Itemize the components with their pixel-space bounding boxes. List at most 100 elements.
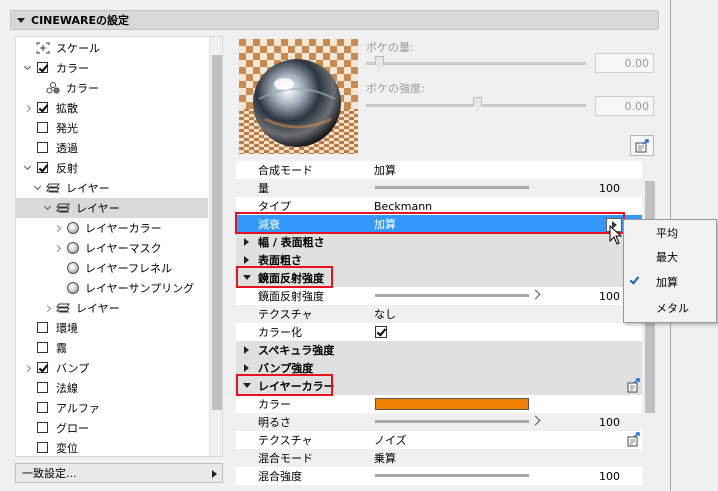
- tree-item-normal[interactable]: 法線: [16, 378, 208, 398]
- tree-item-environment[interactable]: 環境: [16, 318, 208, 338]
- edit-material-button[interactable]: [630, 135, 654, 156]
- prop-number[interactable]: 100: [599, 416, 620, 429]
- menu-item-average[interactable]: 平均: [624, 221, 716, 245]
- prop-row-mix-mode[interactable]: 混合モード 乗算: [236, 449, 642, 467]
- header-title: CINEWAREの設定: [31, 14, 130, 27]
- tree-item-layer-mask[interactable]: レイヤーマスク: [16, 238, 208, 258]
- expand-chevron-icon[interactable]: [52, 238, 62, 258]
- group-label: 幅 / 表面粗さ: [258, 236, 325, 249]
- edit-document-icon[interactable]: [626, 432, 640, 448]
- tree-item-fog[interactable]: 霧: [16, 338, 208, 358]
- prop-name: 混合強度: [258, 470, 302, 483]
- tree-item-color-channel[interactable]: カラー: [16, 78, 208, 98]
- tree-item-layer-sampling[interactable]: レイヤーサンプリング: [16, 278, 208, 298]
- prop-number[interactable]: 100: [599, 182, 620, 195]
- tree-item-bump[interactable]: バンプ: [16, 358, 208, 378]
- bokeh-strength-field[interactable]: 0.00: [595, 96, 654, 116]
- expand-chevron-icon[interactable]: [22, 58, 32, 78]
- normal-checkbox[interactable]: [37, 382, 48, 393]
- prop-row-blend-mode[interactable]: 合成モード 加算: [236, 161, 642, 179]
- prop-row-specular-strength[interactable]: 鏡面反射強度 100: [236, 287, 642, 305]
- tree-scrollbar[interactable]: [209, 37, 222, 456]
- prop-number[interactable]: 100: [599, 290, 620, 303]
- shader-icon: [67, 262, 79, 274]
- diffuse-checkbox[interactable]: [37, 102, 48, 113]
- prop-number[interactable]: 100: [599, 470, 620, 483]
- transparency-checkbox[interactable]: [37, 142, 48, 153]
- group-width-roughness[interactable]: 幅 / 表面粗さ: [236, 233, 642, 251]
- prop-value[interactable]: なし: [374, 306, 396, 322]
- channel-tree[interactable]: スケール カラー カラー 拡散 発光 透過 反射 レイヤー レイヤー レイヤーカ…: [15, 36, 223, 457]
- prop-row-texture-2[interactable]: テクスチャ ノイズ: [236, 431, 642, 449]
- attenuation-dropdown-menu[interactable]: 平均 最大 加算 メタル: [623, 219, 717, 323]
- expand-chevron-icon[interactable]: [52, 218, 62, 238]
- keyframe-icon[interactable]: [530, 415, 541, 426]
- prop-row-brightness[interactable]: 明るさ 100: [236, 413, 642, 431]
- prop-value[interactable]: ノイズ: [374, 432, 407, 448]
- prop-name: 明るさ: [258, 416, 291, 429]
- tree-item-displacement[interactable]: 変位: [16, 438, 208, 456]
- tree-item-glow[interactable]: グロー: [16, 418, 208, 438]
- prop-value[interactable]: 乗算: [374, 450, 396, 466]
- color-checkbox[interactable]: [37, 62, 48, 73]
- match-settings-button[interactable]: 一致設定...: [15, 463, 223, 483]
- tree-item-luminance[interactable]: 発光: [16, 118, 208, 138]
- expand-chevron-icon[interactable]: [42, 198, 52, 218]
- tree-item-layer-2[interactable]: レイヤー: [16, 298, 208, 318]
- tree-item-layers-group[interactable]: レイヤー: [16, 178, 208, 198]
- prop-name: 量: [258, 182, 269, 195]
- group-specular-intensity[interactable]: スペキュラ強度: [236, 341, 642, 359]
- expand-chevron-icon[interactable]: [22, 158, 32, 178]
- tree-item-reflectance[interactable]: 反射: [16, 158, 208, 178]
- environment-checkbox[interactable]: [37, 322, 48, 333]
- prop-row-colorize[interactable]: カラー化: [236, 323, 642, 341]
- tree-scrollbar-thumb[interactable]: [212, 55, 222, 410]
- luminance-checkbox[interactable]: [37, 122, 48, 133]
- amount-slider[interactable]: [375, 186, 529, 189]
- prop-row-mix-strength[interactable]: 混合強度 100: [236, 467, 642, 485]
- prop-row-amount[interactable]: 量 100: [236, 179, 642, 197]
- bokeh-amount-field[interactable]: 0.00: [595, 53, 654, 73]
- color-swatch[interactable]: [375, 398, 529, 410]
- specular-strength-slider[interactable]: [375, 294, 529, 297]
- menu-item-maximum[interactable]: 最大: [624, 245, 716, 269]
- expand-chevron-icon[interactable]: [32, 178, 42, 198]
- menu-item-metal[interactable]: メタル: [624, 296, 716, 320]
- expand-arrow-icon: [244, 364, 249, 372]
- tree-item-alpha[interactable]: アルファ: [16, 398, 208, 418]
- layers-icon: [56, 303, 70, 313]
- menu-item-additive[interactable]: 加算: [624, 270, 716, 294]
- keyframe-icon[interactable]: [530, 289, 541, 300]
- reflectance-checkbox[interactable]: [37, 162, 48, 173]
- displacement-checkbox[interactable]: [37, 442, 48, 453]
- glow-checkbox[interactable]: [37, 422, 48, 433]
- cineware-settings-header[interactable]: CINEWAREの設定: [10, 10, 659, 30]
- prop-row-texture[interactable]: テクスチャ なし: [236, 305, 642, 323]
- tree-item-label: スケール: [56, 42, 100, 55]
- prop-value[interactable]: 加算: [374, 162, 396, 178]
- tree-item-layer-selected[interactable]: レイヤー: [16, 198, 208, 218]
- tree-item-layer-color[interactable]: レイヤーカラー: [16, 218, 208, 238]
- expand-chevron-icon[interactable]: [42, 298, 52, 318]
- fog-checkbox[interactable]: [37, 342, 48, 353]
- shader-icon: [67, 282, 79, 294]
- bump-checkbox[interactable]: [37, 362, 48, 373]
- expand-arrow-icon: [244, 238, 249, 246]
- tree-item-color[interactable]: カラー: [16, 58, 208, 78]
- tree-item-label: 発光: [56, 122, 78, 135]
- bokeh-amount-slider[interactable]: [366, 62, 586, 65]
- tree-item-transparency[interactable]: 透過: [16, 138, 208, 158]
- prop-value[interactable]: Beckmann: [374, 200, 432, 213]
- edit-document-icon[interactable]: [626, 378, 640, 394]
- expand-chevron-icon[interactable]: [22, 98, 32, 118]
- brightness-slider[interactable]: [375, 420, 529, 423]
- tree-item-label: レイヤー: [66, 182, 110, 195]
- colorize-checkbox[interactable]: [375, 326, 387, 338]
- expand-chevron-icon[interactable]: [22, 358, 32, 378]
- prop-row-color[interactable]: カラー: [236, 395, 642, 413]
- alpha-checkbox[interactable]: [37, 402, 48, 413]
- tree-item-scale[interactable]: スケール: [16, 38, 208, 58]
- tree-item-layer-fresnel[interactable]: レイヤーフレネル: [16, 258, 208, 278]
- mix-strength-slider[interactable]: [375, 474, 529, 477]
- tree-item-diffuse[interactable]: 拡散: [16, 98, 208, 118]
